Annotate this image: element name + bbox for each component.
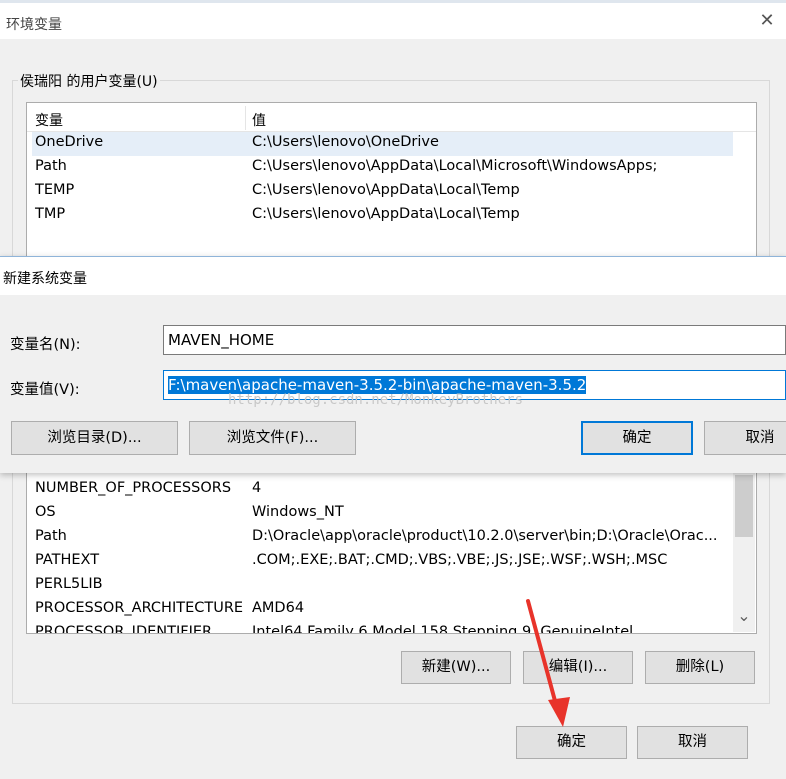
system-var-value[interactable]: AMD64 xyxy=(252,600,304,616)
watermark-text: http://blog.csdn.net/MonkeyBrothers xyxy=(228,392,524,408)
variable-name-label: 变量名(N): xyxy=(10,337,81,353)
variable-value-label: 变量值(V): xyxy=(10,382,80,398)
variable-name-input[interactable]: MAVEN_HOME xyxy=(163,325,786,355)
close-icon[interactable]: ✕ xyxy=(758,12,776,30)
column-divider[interactable] xyxy=(245,106,246,130)
system-var-value[interactable]: Windows_NT xyxy=(252,504,344,520)
system-var-value[interactable]: Intel64 Family 6 Model 158 Stepping 9, G… xyxy=(252,624,633,633)
dialog-cancel-button[interactable]: 取消 xyxy=(704,421,786,455)
system-var-value[interactable]: D:\Oracle\app\oracle\product\10.2.0\serv… xyxy=(252,528,718,544)
system-var-name[interactable]: Path xyxy=(35,528,67,544)
system-var-name[interactable]: PERL5LIB xyxy=(35,576,103,592)
system-var-name[interactable]: PROCESSOR_IDENTIFIER xyxy=(35,624,212,633)
system-var-name[interactable]: PATHEXT xyxy=(35,552,99,568)
system-var-name[interactable]: PROCESSOR_ARCHITECTURE xyxy=(35,600,243,616)
system-var-value[interactable]: .COM;.EXE;.BAT;.CMD;.VBS;.VBE;.JS;.JSE;.… xyxy=(252,552,667,568)
system-var-name[interactable]: NUMBER_OF_PROCESSORS xyxy=(35,480,231,496)
browse-directory-button[interactable]: 浏览目录(D)... xyxy=(11,421,178,455)
window-title: 环境变量 xyxy=(6,17,62,33)
user-var-name[interactable]: OneDrive xyxy=(35,134,103,150)
scrollbar-thumb[interactable] xyxy=(735,475,753,537)
dialog-ok-button[interactable]: 确定 xyxy=(581,421,693,455)
edit-variable-button[interactable]: 编辑(I)... xyxy=(523,651,633,684)
user-var-value[interactable]: C:\Users\lenovo\OneDrive xyxy=(252,134,439,150)
user-var-name[interactable]: TEMP xyxy=(35,182,74,198)
ok-button[interactable]: 确定 xyxy=(516,726,627,759)
column-header-value[interactable]: 值 xyxy=(252,110,266,130)
column-header-variable[interactable]: 变量 xyxy=(35,110,63,130)
system-var-value[interactable]: 4 xyxy=(252,480,261,496)
cancel-button[interactable]: 取消 xyxy=(637,726,748,759)
title-bar: 环境变量 ✕ xyxy=(0,3,786,39)
user-variables-list[interactable]: 变量 值 OneDrive C:\Users\lenovo\OneDrive P… xyxy=(26,102,757,260)
scroll-down-arrow-icon[interactable]: ⌄ xyxy=(733,607,755,629)
vertical-scrollbar[interactable]: ⌄ xyxy=(733,461,755,632)
delete-variable-button[interactable]: 删除(L) xyxy=(645,651,755,684)
user-variables-group-label: 侯瑞阳 的用户变量(U) xyxy=(18,71,160,91)
dialog-title-bar: 新建系统变量 xyxy=(0,257,786,295)
user-var-name[interactable]: TMP xyxy=(35,206,65,222)
system-variables-list[interactable]: NUMBER_OF_PROCESSORS 4 OS Windows_NT Pat… xyxy=(26,460,757,634)
user-var-value[interactable]: C:\Users\lenovo\AppData\Local\Microsoft\… xyxy=(252,158,657,174)
user-var-name[interactable]: Path xyxy=(35,158,67,174)
user-var-value[interactable]: C:\Users\lenovo\AppData\Local\Temp xyxy=(252,206,520,222)
system-var-name[interactable]: OS xyxy=(35,504,56,520)
new-variable-button[interactable]: 新建(W)... xyxy=(401,651,511,684)
dialog-title: 新建系统变量 xyxy=(3,271,87,287)
new-system-variable-dialog: 新建系统变量 变量名(N): MAVEN_HOME 变量值(V): F:\mav… xyxy=(0,256,786,473)
browse-file-button[interactable]: 浏览文件(F)... xyxy=(189,421,356,455)
user-var-value[interactable]: C:\Users\lenovo\AppData\Local\Temp xyxy=(252,182,520,198)
